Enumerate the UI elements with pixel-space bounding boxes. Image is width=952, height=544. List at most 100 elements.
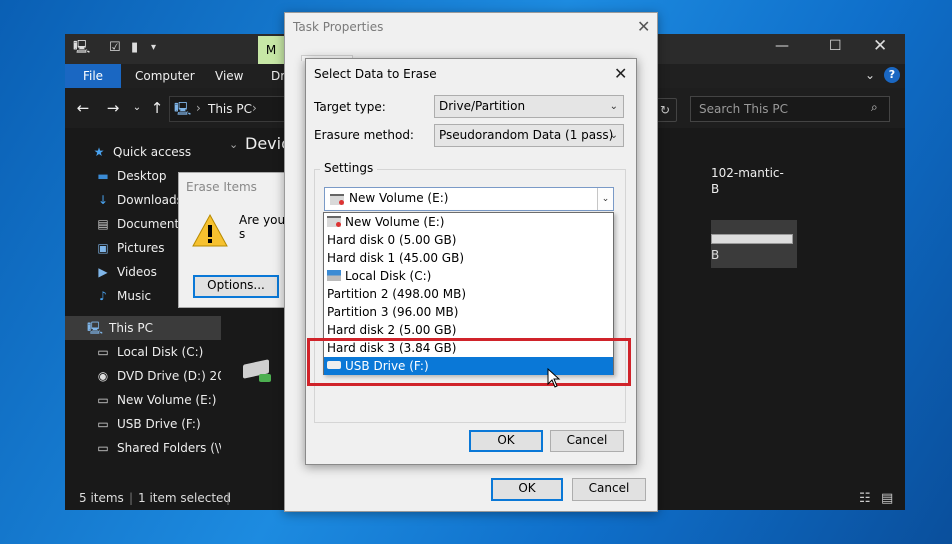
up-icon[interactable]: ↑ [147,98,167,118]
sidebar-item[interactable]: 🖳 This PC [65,316,221,340]
sidebar-item-label: Pictures [117,241,165,255]
erasure-method-value: Pseudorandom Data (1 pass) [439,128,614,142]
task-ok-button[interactable]: OK [491,478,563,501]
tab-view[interactable]: View [215,64,243,88]
target-type-select[interactable]: Drive/Partition ⌄ [434,95,624,118]
task-properties-title: Task Properties [293,20,384,34]
desktop-icon: ▬ [97,169,109,183]
cancel-button[interactable]: Cancel [550,430,624,452]
status-divider: | [226,491,231,505]
usb-drive-icon: ▭ [97,417,109,431]
warning-icon [191,213,229,249]
erase-items-dialog: Erase Items Are you s Options... [178,172,288,308]
sidebar-item-label: Videos [117,265,157,279]
drive-option[interactable]: Hard disk 0 (5.00 GB) [324,231,613,249]
forward-icon[interactable]: → [103,98,123,118]
chevron-down-icon: ⌄ [609,101,618,112]
properties-icon[interactable]: ☑ [109,41,123,55]
chevron-down-icon: ⌄ [609,130,618,141]
back-icon[interactable]: ← [73,98,93,118]
help-icon[interactable]: ? [884,67,900,83]
drive-option[interactable]: Local Disk (C:) [324,267,613,285]
drive-option-label: Partition 3 (96.00 MB) [327,305,459,319]
drive-select[interactable]: New Volume (E:) ⌄ [324,187,614,211]
hard-drive-icon [327,216,341,227]
computer-icon: 🖳 [87,321,104,335]
breadcrumb-this-pc[interactable]: This PC [208,102,252,116]
drive-option[interactable]: Hard disk 2 (5.00 GB) [324,321,613,339]
erasure-method-select[interactable]: Pseudorandom Data (1 pass) ⌄ [434,124,624,147]
maximize-icon[interactable]: ☐ [829,38,842,54]
sidebar-item-label: Documents [117,217,186,231]
sidebar-item[interactable]: ▭ Shared Folders (\\vı [65,436,221,460]
star-icon: ★ [93,145,105,159]
details-view-icon[interactable]: ☷ [859,487,871,511]
drive-option-label: Local Disk (C:) [345,269,432,283]
target-type-value: Drive/Partition [439,99,526,113]
drive-option[interactable]: Hard disk 1 (45.00 GB) [324,249,613,267]
sidebar-item[interactable]: ◉ DVD Drive (D:) 2023 [65,364,221,388]
erasure-method-label: Erasure method: [314,128,414,142]
target-type-label: Target type: [314,100,386,114]
breadcrumb-separator-icon: › [252,101,257,115]
videos-icon: ▶ [98,265,108,279]
drive-option[interactable]: New Volume (E:) [324,213,613,231]
search-box[interactable]: Search This PC ⌕ [690,96,890,122]
folder-icon[interactable]: ▮ [131,41,145,55]
sidebar-item-label: Local Disk (C:) [117,345,204,359]
system-drive-icon: ▭ [97,345,109,359]
select-data-title: Select Data to Erase [314,67,437,81]
drive-option[interactable]: Partition 3 (96.00 MB) [324,303,613,321]
selection-count: 1 item selected [138,491,232,505]
sidebar-item-label: Quick access [113,145,192,159]
close-icon[interactable]: ✕ [614,64,627,83]
erase-items-title: Erase Items [186,180,257,194]
hard-drive-icon [330,193,348,207]
recent-locations-icon[interactable]: ⌄ [127,98,147,118]
device-size: B [711,248,720,262]
dvd-icon: ◉ [97,369,109,383]
tab-file[interactable]: File [65,64,121,88]
mouse-cursor-icon [547,367,561,388]
selected-device-tile[interactable]: B [711,220,797,268]
item-count: 5 items [79,491,124,505]
download-icon: ↓ [97,193,109,207]
sidebar-item[interactable]: ★ Quick access [65,140,221,164]
sidebar-item[interactable]: ▭ Local Disk (C:) [65,340,221,364]
options-button[interactable]: Options... [193,275,279,298]
usb-drive-large-icon[interactable] [243,358,273,382]
sidebar-item[interactable]: ▭ New Volume (E:) [65,388,221,412]
sidebar-item-label: USB Drive (F:) [117,417,201,431]
sidebar-item-label: Desktop [117,169,167,183]
chevron-down-icon[interactable]: ⌄ [597,188,613,210]
task-cancel-button[interactable]: Cancel [572,478,646,501]
computer-icon: 🖳 [73,40,91,55]
minimize-icon[interactable]: — [775,38,789,54]
drive-select-value: New Volume (E:) [349,191,449,205]
sidebar-item[interactable]: ▭ USB Drive (F:) [65,412,221,436]
network-drive-icon: ▭ [97,441,109,455]
breadcrumb-separator-icon: › [196,101,201,115]
system-drive-icon [327,270,341,281]
close-icon[interactable]: ✕ [873,36,887,56]
computer-icon: 🖳 [174,102,192,117]
drive-option-label: Hard disk 1 (45.00 GB) [327,251,465,265]
drive-option-label: Partition 2 (498.00 MB) [327,287,467,301]
device-name-line-2: B [711,182,720,196]
sidebar-item-label: This PC [109,321,153,335]
sidebar-item-label: New Volume (E:) [117,393,217,407]
ok-button[interactable]: OK [469,430,543,452]
sidebar-item-label: Downloads [117,193,183,207]
capacity-bar [711,234,793,244]
erase-items-message: Are you s [239,213,286,241]
expand-ribbon-icon[interactable]: ⌄ [865,68,875,82]
customize-quick-access-icon[interactable]: ▾ [151,41,165,55]
close-icon[interactable]: ✕ [637,17,650,36]
large-icons-view-icon[interactable]: ▤ [881,487,893,511]
settings-label: Settings [320,161,378,175]
drive-option-label: Hard disk 2 (5.00 GB) [327,323,457,337]
tab-computer[interactable]: Computer [135,64,195,88]
drive-option[interactable]: Partition 2 (498.00 MB) [324,285,613,303]
collapse-group-icon[interactable]: ⌄ [229,138,238,151]
drive-tools-tab[interactable]: M [258,36,284,64]
